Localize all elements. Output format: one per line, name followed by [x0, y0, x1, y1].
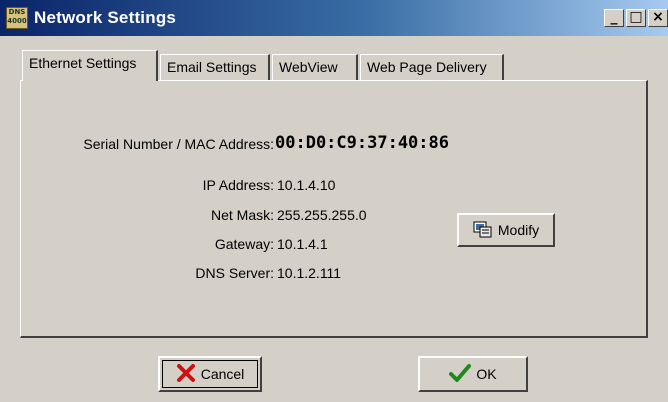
title-bar[interactable]: DNS 4000 Network Settings _ □ ×	[0, 0, 668, 36]
ok-button-label: OK	[476, 366, 497, 382]
ip-address-label: IP Address:	[202, 177, 274, 193]
net-mask-value: 255.255.255.0	[277, 207, 367, 223]
tab-ethernet-settings[interactable]: Ethernet Settings	[22, 50, 158, 81]
dns-server-label: DNS Server:	[195, 265, 274, 281]
cancel-button-label: Cancel	[200, 366, 245, 382]
modify-button[interactable]: Modify	[457, 213, 555, 247]
mac-address-label: Serial Number / MAC Address:	[83, 136, 274, 152]
cancel-button[interactable]: Cancel	[158, 356, 262, 392]
checkmark-icon	[449, 363, 472, 386]
tab-email-settings[interactable]: Email Settings	[160, 54, 270, 80]
gateway-value: 10.1.4.1	[277, 236, 328, 252]
minimize-button[interactable]: _	[604, 9, 624, 27]
net-mask-label: Net Mask:	[210, 207, 274, 223]
cancel-x-icon	[176, 363, 196, 386]
gateway-label: Gateway:	[214, 236, 274, 252]
ethernet-settings-panel: Serial Number / MAC Address: 00:D0:C9:37…	[20, 80, 648, 338]
network-settings-dialog: DNS 4000 Network Settings _ □ × Ethernet…	[0, 0, 668, 402]
maximize-button[interactable]: □	[626, 9, 646, 27]
window-title: Network Settings	[34, 8, 177, 27]
dns-server-value: 10.1.2.111	[277, 265, 342, 281]
modify-network-icon	[473, 219, 493, 242]
ip-address-value: 10.1.4.10	[277, 177, 336, 193]
mac-address-value: 00:D0:C9:37:40:86	[275, 133, 449, 153]
ok-button[interactable]: OK	[418, 356, 528, 392]
app-icon: DNS 4000	[6, 7, 28, 29]
close-button[interactable]: ×	[648, 9, 668, 27]
modify-button-label: Modify	[497, 222, 540, 238]
tab-webview[interactable]: WebView	[272, 54, 358, 80]
tab-web-page-delivery[interactable]: Web Page Delivery	[360, 54, 504, 80]
